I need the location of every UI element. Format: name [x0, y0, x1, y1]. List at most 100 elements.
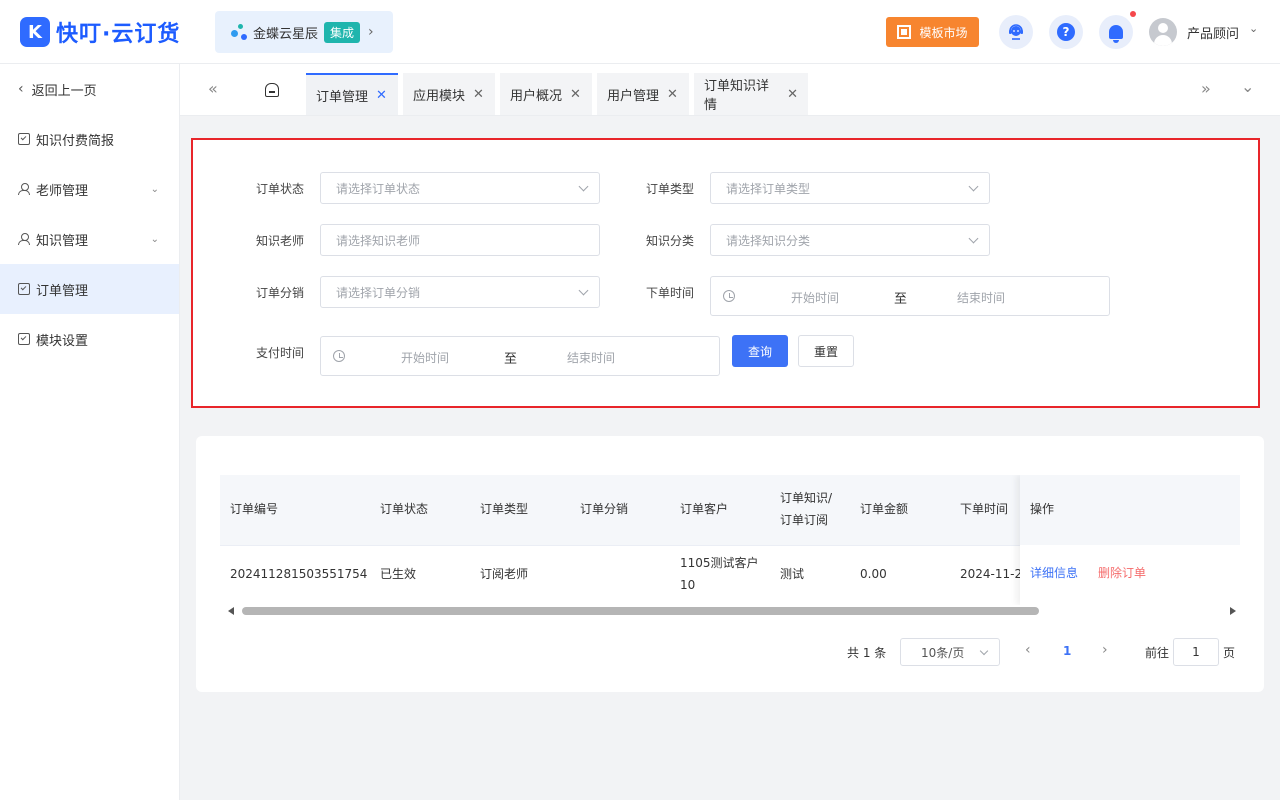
scroll-right-icon[interactable]	[1230, 607, 1236, 615]
app-name: 快叮·云订货	[56, 22, 181, 47]
tab-label: 订单管理	[316, 89, 369, 105]
pay-time-range[interactable]: 开始时间 至 结束时间	[320, 336, 720, 376]
range-separator: 至	[894, 292, 908, 307]
template-market-button[interactable]: 模板市场	[886, 17, 979, 47]
delete-order-link[interactable]: 删除订单	[1098, 563, 1146, 584]
tab-user-overview[interactable]: 用户概况 ✕	[500, 73, 592, 115]
service-icon	[1009, 24, 1023, 40]
sidebar-item-knowledge[interactable]: 知识管理 ⌄	[0, 214, 179, 264]
report-icon	[18, 133, 30, 145]
clock-icon	[333, 350, 345, 362]
customer-service-button[interactable]	[999, 15, 1033, 49]
order-status-select[interactable]: 请选择订单状态	[320, 172, 600, 204]
scroll-left-icon[interactable]	[228, 607, 234, 615]
category-select[interactable]: 请选择知识分类	[710, 224, 990, 256]
amount-cell: 0.00	[860, 567, 887, 581]
type-cell: 订阅老师	[480, 567, 529, 581]
reset-button[interactable]: 重置	[798, 335, 854, 367]
order-status-placeholder: 请选择订单状态	[336, 181, 421, 196]
column-header: 订单状态	[380, 502, 429, 516]
chevron-down-icon	[578, 181, 589, 192]
app-logo[interactable]: K 快叮·云订货	[20, 16, 180, 48]
status-cell: 已生效	[380, 567, 417, 581]
tab-order-knowledge-detail[interactable]: 订单知识详情 ✕	[694, 73, 808, 115]
user-name[interactable]: 产品顾问	[1187, 23, 1239, 42]
order-type-select[interactable]: 请选择订单类型	[710, 172, 990, 204]
top-bar: K 快叮·云订货 金蝶云星辰 集成 › 模板市场 ? 产品顾问 ⌄	[0, 0, 1280, 64]
sidebar-item-module-settings[interactable]: 模块设置	[0, 314, 179, 364]
order-no-cell: 202411281503551754	[230, 567, 368, 581]
column-header: 订单知识/	[780, 491, 833, 505]
logo-icon: K	[20, 17, 50, 47]
search-button[interactable]: 查询	[732, 335, 788, 367]
column-header: 操作	[1030, 502, 1055, 516]
customer-cell: 10	[680, 578, 696, 592]
avatar[interactable]	[1149, 18, 1177, 46]
column-header: 订单客户	[680, 502, 729, 516]
close-icon[interactable]: ✕	[376, 88, 387, 103]
total-count: 共 1 条	[847, 646, 887, 660]
back-button[interactable]: ‹ 返回上一页	[0, 64, 179, 114]
sidebar-item-knowledge-report[interactable]: 知识付费简报	[0, 114, 179, 164]
page-size-value: 10条/页	[921, 645, 965, 660]
sidebar-item-label: 知识付费简报	[36, 133, 115, 149]
operation-column: 操作 详细信息 删除订单	[1020, 475, 1240, 605]
tab-order-management[interactable]: 订单管理 ✕	[306, 73, 398, 115]
notification-button[interactable]	[1099, 15, 1133, 49]
sidebar: ‹ 返回上一页 知识付费简报 老师管理 ⌄ 知识管理 ⌄ 订单管理 模块设置	[0, 64, 180, 800]
back-label: 返回上一页	[31, 83, 97, 99]
report-icon	[18, 333, 30, 345]
horizontal-scrollbar[interactable]	[220, 605, 1240, 617]
next-page-icon[interactable]: ›	[1102, 642, 1108, 658]
integration-switcher[interactable]: 金蝶云星辰 集成 ›	[215, 11, 393, 53]
teacher-label: 知识老师	[256, 234, 305, 248]
double-chevron-left-icon[interactable]: «	[208, 79, 218, 98]
teacher-input[interactable]: 请选择知识老师	[320, 224, 600, 256]
prev-page-icon[interactable]: ‹	[1025, 642, 1031, 658]
knowledge-cell: 测试	[780, 567, 805, 581]
template-icon	[897, 25, 912, 39]
pay-time-start[interactable]: 开始时间	[401, 349, 449, 366]
notification-dot	[1130, 11, 1136, 17]
order-table-card: 订单编号 订单状态 订单类型 订单分销 订单客户 订单知识/ 订单订阅 订单金额…	[196, 436, 1264, 692]
order-type-label: 订单类型	[646, 182, 695, 196]
distribution-select[interactable]: 请选择订单分销	[320, 276, 600, 308]
close-icon[interactable]: ✕	[570, 87, 581, 102]
goto-page-input[interactable]: 1	[1173, 638, 1219, 666]
page-size-select[interactable]: 10条/页	[900, 638, 1000, 666]
user-icon	[18, 233, 30, 245]
chevron-down-icon[interactable]: ⌄	[1241, 77, 1254, 96]
order-time-range[interactable]: 开始时间 至 结束时间	[710, 276, 1110, 316]
sidebar-item-orders[interactable]: 订单管理	[0, 264, 179, 314]
tab-user-management[interactable]: 用户管理 ✕	[597, 73, 689, 115]
scrollbar-thumb[interactable]	[242, 607, 1039, 615]
close-icon[interactable]: ✕	[787, 87, 798, 102]
close-icon[interactable]: ✕	[667, 87, 678, 102]
double-chevron-right-icon[interactable]: »	[1201, 79, 1211, 98]
help-button[interactable]: ?	[1049, 15, 1083, 49]
close-icon[interactable]: ✕	[473, 87, 484, 102]
distribution-placeholder: 请选择订单分销	[336, 285, 421, 300]
home-icon[interactable]	[264, 82, 280, 98]
chevron-left-icon: ‹	[18, 81, 24, 97]
sidebar-item-label: 模块设置	[36, 333, 89, 349]
chevron-down-icon	[578, 285, 589, 296]
detail-link[interactable]: 详细信息	[1030, 563, 1078, 584]
page-number-current[interactable]: 1	[1063, 644, 1071, 658]
tab-app-modules[interactable]: 应用模块 ✕	[403, 73, 495, 115]
sidebar-item-label: 老师管理	[36, 183, 89, 199]
help-icon: ?	[1057, 23, 1075, 41]
order-time-start[interactable]: 开始时间	[791, 289, 839, 306]
sidebar-item-label: 知识管理	[36, 233, 89, 249]
distribution-label: 订单分销	[256, 286, 305, 300]
teacher-placeholder: 请选择知识老师	[336, 233, 421, 248]
clock-icon	[723, 290, 735, 302]
category-label: 知识分类	[646, 234, 695, 248]
tab-label: 应用模块	[413, 88, 466, 104]
tab-bar: « 订单管理 ✕ 应用模块 ✕ 用户概况 ✕ 用户管理 ✕ 订单知识详情 ✕ »…	[180, 64, 1280, 116]
sidebar-item-teacher[interactable]: 老师管理 ⌄	[0, 164, 179, 214]
chevron-down-icon[interactable]: ⌄	[1249, 22, 1258, 35]
integration-badge: 集成	[324, 21, 361, 43]
pay-time-end[interactable]: 结束时间	[567, 349, 615, 366]
order-time-end[interactable]: 结束时间	[957, 289, 1005, 306]
